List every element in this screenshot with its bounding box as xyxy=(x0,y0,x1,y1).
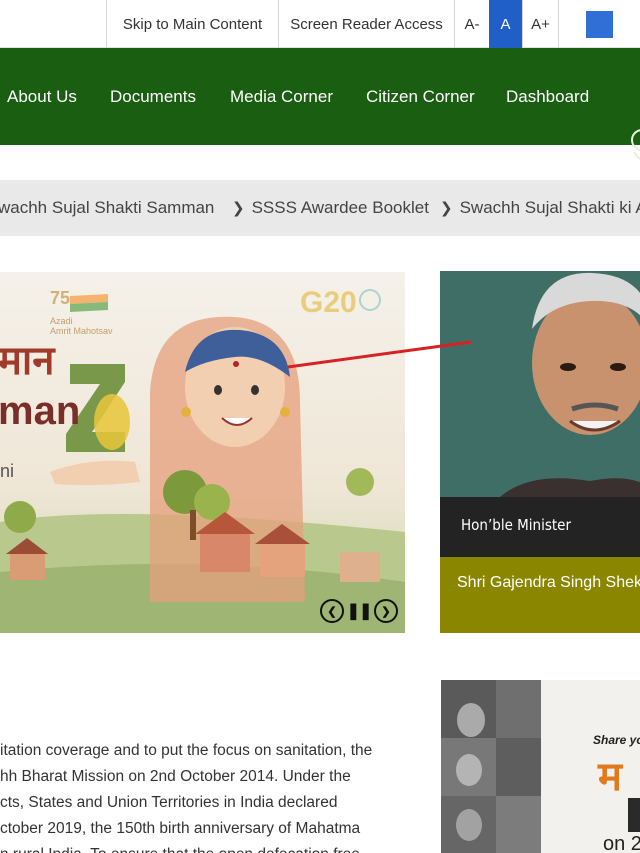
share-collage: Share yo म on 2 xyxy=(441,680,640,853)
svg-text:Azadi: Azadi xyxy=(50,316,73,326)
slider-prev-icon[interactable]: ❮ xyxy=(320,599,344,623)
accessibility-bar: Skip to Main Content Screen Reader Acces… xyxy=(0,0,640,48)
minister-portrait xyxy=(440,271,640,497)
ticker-item[interactable]: ❯ SSSS Awardee Booklet xyxy=(232,180,429,236)
nav-media-corner[interactable]: Media Corner xyxy=(230,48,333,145)
banner-title-hindi: मान xyxy=(0,338,56,384)
svg-text:on 2: on 2 xyxy=(603,833,640,853)
ticker-item[interactable]: wachh Sujal Shakti Samman xyxy=(0,180,214,236)
svg-text:ni: ni xyxy=(0,461,14,481)
paragraph-line: cts, States and Union Territories in Ind… xyxy=(0,794,338,811)
nav-dashboard[interactable]: Dashboard xyxy=(506,48,589,145)
color-theme-selector[interactable] xyxy=(558,0,640,48)
paragraph-line: n rural India. To ensure that the open d… xyxy=(0,842,406,853)
paragraph-line: hh Bharat Mission on 2nd October 2014. U… xyxy=(0,768,351,785)
chevron-right-icon: ❯ xyxy=(232,200,245,217)
share-story-banner[interactable]: Share yo म on 2 xyxy=(441,680,640,853)
minister-name-band[interactable]: Shri Gajendra Singh Shek xyxy=(440,557,640,633)
nav-citizen-corner[interactable]: Citizen Corner xyxy=(366,48,475,145)
banner-slider[interactable]: G20 75 Azadi Amrit Mahotsav मान man ni xyxy=(0,272,405,633)
banner-title-english: man xyxy=(0,389,80,433)
font-normal-button[interactable]: A xyxy=(489,0,522,48)
banner-illustration: G20 75 Azadi Amrit Mahotsav मान man ni xyxy=(0,272,405,633)
intro-paragraph: itation coverage and to put the focus on… xyxy=(0,738,406,853)
news-ticker: wachh Sujal Shakti Samman ❯ SSSS Awardee … xyxy=(0,180,640,236)
chevron-right-icon: ❯ xyxy=(440,200,453,217)
nav-documents[interactable]: Documents xyxy=(110,48,196,145)
minister-name[interactable]: Shri Gajendra Singh Shek xyxy=(457,574,640,592)
slider-pause-icon[interactable]: ❚❚ xyxy=(347,599,373,623)
minister-label-band: Hon’ble Minister xyxy=(440,497,640,557)
ticker-item[interactable]: ❯ Swachh Sujal Shakti ki Ab xyxy=(440,180,640,236)
blue-theme-swatch[interactable] xyxy=(586,10,613,38)
svg-text:Amrit Mahotsav: Amrit Mahotsav xyxy=(50,326,113,336)
main-nav: About Us Documents Media Corner Citizen … xyxy=(0,48,640,160)
font-increase-button[interactable]: A+ xyxy=(522,0,558,48)
share-text: Share yo xyxy=(593,733,640,747)
slider-controls: ❮ ❚❚ ❯ xyxy=(320,598,400,624)
font-decrease-button[interactable]: A- xyxy=(454,0,489,48)
svg-text:म: म xyxy=(597,754,624,800)
slider-next-icon[interactable]: ❯ xyxy=(374,599,398,623)
skip-to-main-link[interactable]: Skip to Main Content xyxy=(106,0,278,48)
screen-reader-access-link[interactable]: Screen Reader Access xyxy=(278,0,454,48)
minister-title: Hon’ble Minister xyxy=(461,516,572,534)
paragraph-line: ctober 2019, the 150th birth anniversary… xyxy=(0,820,361,837)
azadi-75-logo: 75 xyxy=(50,288,70,308)
page: Skip to Main Content Screen Reader Acces… xyxy=(0,0,640,853)
paragraph-line: itation coverage and to put the focus on… xyxy=(0,742,373,759)
emblem-icon xyxy=(631,129,640,160)
nav-about-us[interactable]: About Us xyxy=(7,48,77,145)
g20-logo: G20 xyxy=(300,286,357,319)
